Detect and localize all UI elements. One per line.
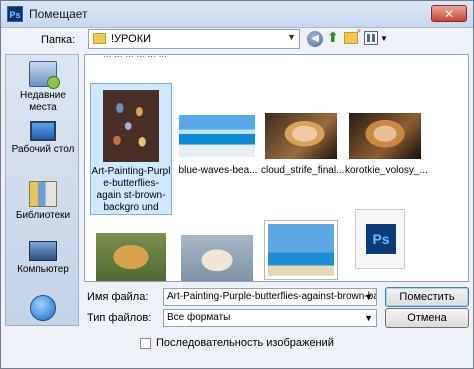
place-recent[interactable]: Недавние места xyxy=(6,61,80,114)
close-button[interactable]: ✕ xyxy=(431,5,467,22)
file-name: korotkie_volosy_... xyxy=(345,165,428,176)
chevron-down-icon: ▼ xyxy=(364,313,373,323)
file-tile-korotkie[interactable]: korotkie_volosy_... xyxy=(345,83,428,183)
title-bar[interactable]: Ps Помещает ✕ xyxy=(1,1,473,28)
file-name: cloud_strife_final... xyxy=(261,165,345,176)
places-bar: Недавние места Рабочий стол Библиотеки К… xyxy=(5,54,79,326)
psd-file-icon: Ps xyxy=(355,209,405,269)
folder-dropdown[interactable]: !УРОКИ ▼ xyxy=(88,29,300,49)
file-tile-waves[interactable]: blue-waves-bea... xyxy=(177,83,259,183)
filetype-label: Тип файлов: xyxy=(87,312,152,324)
view-menu-chevron-icon: ▼ xyxy=(380,34,388,43)
place-libraries[interactable]: Библиотеки xyxy=(6,181,80,222)
sea-thumbnail xyxy=(265,221,337,279)
file-name: blue-waves-bea... xyxy=(178,165,258,176)
butterflies-thumbnail xyxy=(103,90,159,162)
file-tile-cloud[interactable]: cloud_strife_final... xyxy=(261,83,345,183)
libraries-icon xyxy=(29,181,57,207)
cut-off-row: ... ... ... ... ... ... xyxy=(103,54,167,60)
file-tile-psd[interactable]: Ps xyxy=(351,205,433,281)
file-tile-sea[interactable] xyxy=(261,217,343,281)
window-title: Помещает xyxy=(29,7,88,21)
file-tile-butterflies[interactable]: Art-Painting-Purpl e-butterflies-again s… xyxy=(90,83,172,215)
desktop-icon xyxy=(30,121,56,141)
current-folder-name: !УРОКИ xyxy=(111,33,152,45)
filetype-select[interactable]: Все форматы ▼ xyxy=(163,309,377,327)
filename-input[interactable]: Art-Painting-Purple-butterflies-against-… xyxy=(163,288,377,306)
place-desktop[interactable]: Рабочий стол xyxy=(6,121,80,156)
up-folder-button[interactable]: ⬆ xyxy=(327,30,339,46)
place-dialog: Ps Помещает ✕ Папка: !УРОКИ ▼ ◀ ⬆ ▼ Неда… xyxy=(0,0,474,369)
chevron-down-icon: ▼ xyxy=(364,292,373,302)
place-label-libraries: Библиотеки xyxy=(15,210,71,221)
file-name: Art-Painting-Purpl e-butterflies-again s… xyxy=(91,166,171,213)
recent-places-icon xyxy=(29,61,60,89)
file-list[interactable]: ... ... ... ... ... ... Art-Painting-Pur… xyxy=(84,54,469,282)
new-folder-button[interactable] xyxy=(344,27,361,44)
image-sequence-label: Последовательность изображений xyxy=(156,337,334,349)
image-sequence-checkbox[interactable] xyxy=(140,338,151,349)
folder-icon xyxy=(93,33,106,44)
place-label-desktop: Рабочий стол xyxy=(11,144,75,155)
photoshop-badge: Ps xyxy=(366,224,396,254)
place-label-computer: Компьютер xyxy=(17,264,69,275)
network-icon xyxy=(30,295,56,321)
place-button[interactable]: Поместить xyxy=(385,287,469,307)
filename-label: Имя файла: xyxy=(87,291,149,303)
view-menu-button[interactable] xyxy=(364,31,378,45)
waves-thumbnail xyxy=(179,115,255,157)
cancel-button[interactable]: Отмена xyxy=(385,308,469,328)
file-tile-tiger[interactable] xyxy=(90,225,172,281)
place-label-recent: Недавние места xyxy=(20,90,66,113)
filetype-value: Все форматы xyxy=(167,312,231,323)
photoshop-icon: Ps xyxy=(7,6,23,22)
back-button[interactable]: ◀ xyxy=(307,31,323,47)
korotkie-thumbnail xyxy=(349,113,421,159)
computer-icon xyxy=(29,241,57,261)
tiger-thumbnail xyxy=(96,233,166,281)
place-network[interactable] xyxy=(6,295,80,324)
filename-value: Art-Painting-Purple-butterflies-against-… xyxy=(167,291,377,302)
folder-label: Папка: xyxy=(41,34,76,46)
place-computer[interactable]: Компьютер xyxy=(6,241,80,276)
file-tile-leopard[interactable] xyxy=(177,225,259,281)
cloud-thumbnail xyxy=(265,113,337,159)
chevron-down-icon: ▼ xyxy=(287,32,296,42)
leopard-thumbnail xyxy=(181,235,253,281)
